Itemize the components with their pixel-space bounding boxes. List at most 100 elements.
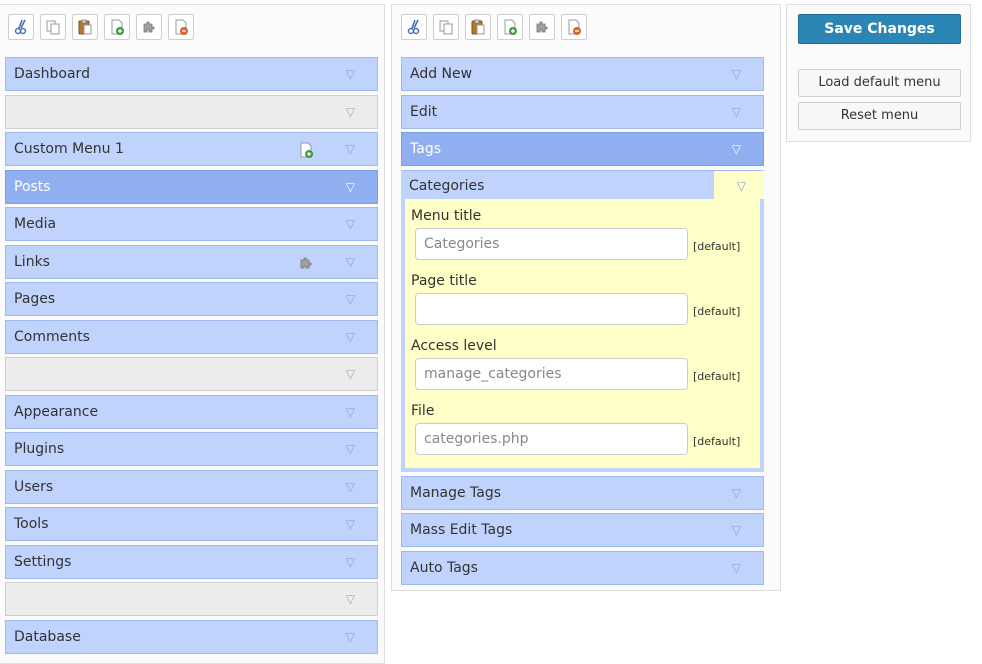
menu-item-media[interactable]: Media ▽: [5, 207, 378, 241]
page-title-input[interactable]: [415, 292, 688, 325]
expand-toggle-icon[interactable]: ▽: [346, 546, 355, 578]
menu-item-label: Custom Menu 1: [14, 141, 124, 157]
submenu-item-add-new[interactable]: Add New ▽: [401, 57, 764, 91]
sub-copy-button[interactable]: [433, 14, 459, 40]
menu-item-custom-menu-1[interactable]: Custom Menu 1 ▽: [5, 132, 378, 166]
field-file: File [default]: [411, 402, 761, 455]
field-label: Menu title: [411, 207, 482, 224]
expand-toggle-icon[interactable]: ▽: [346, 283, 355, 315]
menu-item-label: Appearance: [14, 403, 99, 420]
expand-toggle-icon[interactable]: ▽: [732, 133, 741, 165]
collapse-toggle-icon[interactable]: ▽: [737, 171, 746, 201]
submenu-item-tags[interactable]: Tags ▽: [401, 132, 764, 166]
menu-item-settings[interactable]: Settings ▽: [5, 544, 378, 579]
default-link[interactable]: [default]: [693, 305, 740, 318]
menu-item-posts[interactable]: Posts ▽: [5, 169, 378, 204]
menu-item-label: Links: [14, 253, 50, 270]
file-input[interactable]: [415, 422, 688, 455]
new-menu-button[interactable]: [104, 14, 130, 40]
menu-item-users[interactable]: Users ▽: [5, 469, 378, 504]
expand-toggle-icon[interactable]: ▽: [346, 58, 355, 90]
menu-item-dashboard[interactable]: Dashboard ▽: [5, 57, 378, 91]
menu-item-label: Users: [14, 478, 54, 495]
access-level-input[interactable]: [415, 357, 688, 390]
expand-toggle-icon[interactable]: ▽: [346, 321, 355, 353]
sub-new-separator-button[interactable]: [529, 14, 555, 40]
plugin-icon: [298, 255, 314, 271]
expand-toggle-icon[interactable]: ▽: [346, 621, 355, 653]
menu-item-label: Posts: [14, 178, 51, 195]
expand-toggle-icon[interactable]: ▽: [346, 208, 355, 240]
cut-button[interactable]: [8, 14, 34, 40]
menu-item-comments[interactable]: Comments ▽: [5, 319, 378, 354]
menu-item-label: Comments: [14, 328, 90, 345]
delete-button[interactable]: [168, 14, 194, 40]
menu-item-separator[interactable]: ▽: [5, 94, 378, 129]
field-page-title: Page title [default]: [411, 272, 761, 325]
expand-toggle-icon[interactable]: ▽: [346, 433, 355, 465]
menu-item-links[interactable]: Links ▽: [5, 244, 378, 279]
sub-cut-button[interactable]: [401, 14, 427, 40]
expand-toggle-icon[interactable]: ▽: [346, 171, 355, 203]
expand-toggle-icon[interactable]: ▽: [732, 552, 741, 584]
submenu-item-expanded: Categories ▽ Menu title[default]Page tit…: [401, 169, 764, 472]
default-link[interactable]: [default]: [693, 435, 740, 448]
menu-item-tools[interactable]: Tools ▽: [5, 507, 378, 541]
expanded-item-header[interactable]: Categories ▽: [401, 170, 764, 201]
reset-menu-button[interactable]: Reset menu: [798, 102, 961, 130]
expand-toggle-icon[interactable]: ▽: [732, 58, 741, 90]
default-link[interactable]: [default]: [693, 370, 740, 383]
expand-toggle-icon[interactable]: ▽: [346, 96, 355, 128]
menu-item-label: Mass Edit Tags: [410, 522, 513, 538]
sub-new-item-button[interactable]: [497, 14, 523, 40]
expand-toggle-icon[interactable]: ▽: [346, 246, 355, 278]
field-menu-title: Menu title [default]: [411, 207, 761, 260]
submenu-item-mass-edit-tags[interactable]: Mass Edit Tags ▽: [401, 513, 764, 547]
expand-toggle-icon[interactable]: ▽: [346, 583, 355, 615]
expand-toggle-icon[interactable]: ▽: [346, 133, 355, 165]
expand-toggle-icon[interactable]: ▽: [732, 514, 741, 546]
menu-item-separator[interactable]: ▽: [5, 582, 378, 616]
actions-panel: Save Changes Load default menu Reset men…: [786, 4, 971, 142]
expand-toggle-icon[interactable]: ▽: [346, 508, 355, 540]
menu-item-pages[interactable]: Pages ▽: [5, 282, 378, 316]
scissors-icon: [13, 19, 29, 35]
field-label: Page title: [411, 272, 477, 289]
menu-item-plugins[interactable]: Plugins ▽: [5, 432, 378, 466]
expand-toggle-icon[interactable]: ▽: [732, 477, 741, 509]
expand-toggle-icon[interactable]: ▽: [346, 396, 355, 428]
expand-toggle-icon[interactable]: ▽: [732, 96, 741, 128]
expanded-item-label: Categories: [409, 177, 485, 194]
expand-toggle-icon[interactable]: ▽: [346, 358, 355, 390]
copy-button[interactable]: [40, 14, 66, 40]
menu-item-label: Dashboard: [14, 66, 90, 82]
submenu-toolbar: [401, 14, 593, 42]
default-link[interactable]: [default]: [693, 240, 740, 253]
menu-item-appearance[interactable]: Appearance ▽: [5, 394, 378, 429]
new-separator-button[interactable]: [136, 14, 162, 40]
load-default-menu-button[interactable]: Load default menu: [798, 69, 961, 97]
submenu-item-manage-tags[interactable]: Manage Tags ▽: [401, 475, 764, 510]
puzzle-piece-icon: [534, 19, 550, 35]
paste-button[interactable]: [72, 14, 98, 40]
clipboard-icon: [470, 19, 486, 35]
menu-item-label: Add New: [410, 66, 473, 82]
sub-paste-button[interactable]: [465, 14, 491, 40]
menu-item-database[interactable]: Database ▽: [5, 619, 378, 654]
copy-icon: [45, 19, 61, 35]
top-level-menu-list: Dashboard ▽ ▽ Custom Menu 1 ▽ Posts ▽ Media ▽ Lin…: [5, 57, 378, 657]
submenu-panel: Add New ▽ Edit ▽ Tags ▽ Categories ▽ Menu tit…: [391, 4, 781, 591]
submenu-item-auto-tags[interactable]: Auto Tags ▽: [401, 550, 764, 585]
scissors-icon: [406, 19, 422, 35]
save-changes-button[interactable]: Save Changes: [798, 14, 961, 44]
field-access-level: Access level [default]: [411, 337, 761, 390]
sub-delete-button[interactable]: [561, 14, 587, 40]
expand-toggle-icon[interactable]: ▽: [346, 471, 355, 503]
menu-item-label: Database: [14, 628, 81, 645]
menu-item-separator[interactable]: ▽: [5, 357, 378, 391]
menu-item-label: Tags: [410, 141, 441, 157]
menu-title-input[interactable]: [415, 227, 688, 260]
submenu-item-edit[interactable]: Edit ▽: [401, 94, 764, 129]
menu-item-label: Settings: [14, 553, 72, 570]
delete-page-icon: [566, 19, 582, 35]
